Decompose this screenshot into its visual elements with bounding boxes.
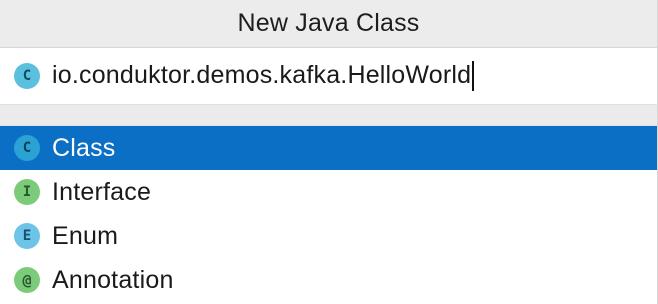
text-caret [472, 61, 475, 92]
dialog-title: New Java Class [237, 9, 420, 37]
kind-item-annotation[interactable]: @ Annotation [0, 258, 657, 302]
class-icon-letter: C [22, 68, 32, 84]
kind-item-class[interactable]: C Class [0, 126, 657, 170]
kind-item-enum[interactable]: E Enum [0, 214, 657, 258]
annotation-icon: @ [14, 267, 40, 293]
class-name-field[interactable]: C io.conduktor.demos.kafka.HelloWorld [0, 48, 657, 104]
class-name-value: io.conduktor.demos.kafka.HelloWorld [52, 60, 472, 89]
enum-icon-letter: E [22, 228, 32, 244]
new-java-class-dialog: New Java Class C io.conduktor.demos.kafk… [0, 0, 658, 304]
class-icon: C [14, 63, 40, 89]
dialog-title-bar: New Java Class [0, 0, 657, 48]
kind-item-label: Enum [52, 221, 119, 250]
class-icon-letter: C [22, 140, 32, 156]
list-separator [0, 104, 657, 126]
kind-item-interface[interactable]: I Interface [0, 170, 657, 214]
class-icon: C [14, 135, 40, 161]
kind-list: C Class I Interface E Enum @ Annotation [0, 126, 657, 302]
interface-icon: I [14, 179, 40, 205]
enum-icon: E [14, 223, 40, 249]
annotation-icon-letter: @ [22, 271, 32, 289]
interface-icon-letter: I [22, 184, 32, 200]
kind-item-label: Interface [52, 177, 152, 206]
kind-item-label: Annotation [52, 265, 174, 294]
class-name-input[interactable]: io.conduktor.demos.kafka.HelloWorld [52, 60, 475, 92]
kind-item-label: Class [52, 133, 116, 162]
